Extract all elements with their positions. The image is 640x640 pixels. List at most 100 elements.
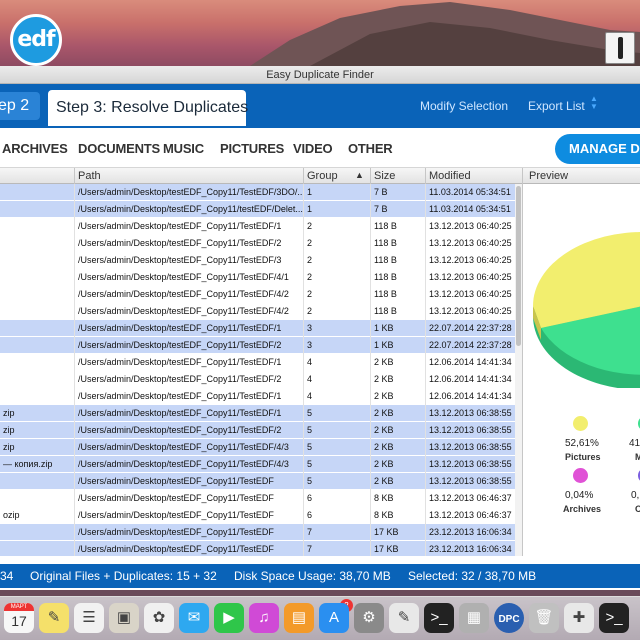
pdf-icon[interactable]: ✚ [564,603,594,633]
table-row[interactable]: /Users/admin/Desktop/testEDF_Copy11/test… [0,201,516,218]
name-cell [0,354,74,371]
step-3-title: Resolve Duplicates [111,99,249,116]
path-cell: /Users/admin/Desktop/testEDF_Copy11/Test… [74,218,303,235]
group-cell: 5 [303,473,370,490]
table-row[interactable]: — копия.zip/Users/admin/Desktop/testEDF_… [0,456,516,473]
table-row[interactable]: /Users/admin/Desktop/testEDF_Copy11/Test… [0,218,516,235]
preview-icon[interactable]: ▣ [109,603,139,633]
table-row[interactable]: /Users/admin/Desktop/testEDF_Copy11/Test… [0,354,516,371]
group-cell: 7 [303,524,370,541]
path-cell: /Users/admin/Desktop/testEDF_Copy11/Test… [74,286,303,303]
size-cell: 8 KB [370,507,425,524]
photos-icon[interactable]: ✿ [144,603,174,633]
terminal-icon[interactable]: >_ [424,603,454,633]
name-cell [0,269,74,286]
table-row[interactable]: zip/Users/admin/Desktop/testEDF_Copy11/T… [0,405,516,422]
category-archives[interactable]: ARCHIVES [2,141,68,156]
table-row[interactable]: /Users/admin/Desktop/testEDF_Copy11/Test… [0,371,516,388]
sort-updown-icon[interactable]: ▲ ▼ [590,95,598,111]
photo-viewer-icon[interactable]: ▦ [459,603,489,633]
group-cell: 2 [303,252,370,269]
table-row[interactable]: /Users/admin/Desktop/testEDF_Copy11/Test… [0,184,516,201]
notes-icon[interactable]: ✎ [39,603,69,633]
category-music[interactable]: MUSIC [163,141,204,156]
duplicates-table: Path Group ▲ Size Modified /Users/admin/… [0,168,522,556]
table-row[interactable]: /Users/admin/Desktop/testEDF_Copy11/Test… [0,303,516,320]
name-cell [0,286,74,303]
step-3-tab[interactable]: Step 3: Resolve Duplicates [48,90,249,126]
legend-dot-icon [573,468,588,483]
calendar-icon[interactable]: МАРТ 17 [4,603,34,633]
table-row[interactable]: zip/Users/admin/Desktop/testEDF_Copy11/T… [0,422,516,439]
modified-cell: 13.12.2013 06:38:55 [425,473,516,490]
table-row[interactable]: /Users/admin/Desktop/testEDF_Copy11/Test… [0,320,516,337]
mountain-wallpaper [250,2,640,66]
modified-cell: 23.12.2013 16:06:34 [425,541,516,556]
table-row[interactable]: /Users/admin/Desktop/testEDF_Copy11/Test… [0,490,516,507]
table-row[interactable]: /Users/admin/Desktop/testEDF_Copy11/Test… [0,286,516,303]
calendar-month: МАРТ [4,603,34,611]
modified-cell: 13.12.2013 06:40:25 [425,269,516,286]
reminders-icon[interactable]: ☰ [74,603,104,633]
calendar-day: 17 [11,613,27,629]
size-cell: 17 KB [370,524,425,541]
group-cell: 2 [303,235,370,252]
messages-icon[interactable]: ✉ [179,603,209,633]
name-cell [0,337,74,354]
name-cell [0,252,74,269]
size-cell: 8 KB [370,490,425,507]
export-list-link[interactable]: Export List [528,99,585,113]
category-documents[interactable]: DOCUMENTS [78,141,160,156]
appstore-icon[interactable]: A [319,603,349,633]
size-cell: 2 KB [370,439,425,456]
vertical-scrollbar[interactable] [515,184,522,556]
scrollbar-thumb[interactable] [516,186,521,346]
size-cell: 118 B [370,218,425,235]
column-path[interactable]: Path [74,168,303,184]
window-title: Easy Duplicate Finder [0,66,640,84]
script-icon[interactable]: ✎ [389,603,419,633]
path-cell: /Users/admin/Desktop/testEDF_Copy11/Test… [74,405,303,422]
system-preferences-icon[interactable]: ⚙ [354,603,384,633]
ibooks-icon[interactable]: ▤ [284,603,314,633]
dpc-icon[interactable]: DPC [494,603,524,633]
table-row[interactable]: /Users/admin/Desktop/testEDF_Copy11/Test… [0,541,516,556]
modified-cell: 11.03.2014 05:34:51 [425,184,516,201]
category-video[interactable]: VIDEO [293,141,333,156]
status-count: 34 [0,569,14,583]
terminal2-icon[interactable]: >_ [599,603,629,633]
table-row[interactable]: /Users/admin/Desktop/testEDF_Copy11/Test… [0,269,516,286]
path-cell: /Users/admin/Desktop/testEDF_Copy11/test… [74,201,303,218]
table-row[interactable]: /Users/admin/Desktop/testEDF_Copy11/Test… [0,524,516,541]
table-row[interactable]: /Users/admin/Desktop/testEDF_Copy11/Test… [0,337,516,354]
manage-duplicates-button[interactable]: MANAGE DU [555,134,640,164]
group-cell: 1 [303,201,370,218]
modify-selection-link[interactable]: Modify Selection [420,99,508,113]
column-modified[interactable]: Modified [425,168,522,184]
table-row[interactable]: ozip/Users/admin/Desktop/testEDF_Copy11/… [0,507,516,524]
status-disk-usage: Disk Space Usage: 38,70 MB [234,569,391,583]
table-row[interactable]: /Users/admin/Desktop/testEDF_Copy11/Test… [0,235,516,252]
table-row[interactable]: zip/Users/admin/Desktop/testEDF_Copy11/T… [0,439,516,456]
size-cell: 118 B [370,286,425,303]
itunes-icon[interactable]: ♫ [249,603,279,633]
modified-cell: 13.12.2013 06:40:25 [425,252,516,269]
app-window: Easy Duplicate Finder ep 2 Step 3: Resol… [0,66,640,590]
table-row[interactable]: /Users/admin/Desktop/testEDF_Copy11/Test… [0,388,516,405]
category-other[interactable]: OTHER [348,141,393,156]
size-cell: 2 KB [370,456,425,473]
name-cell [0,218,74,235]
legend-percent: 0,04% [565,490,594,501]
category-pictures[interactable]: PICTURES [220,141,284,156]
path-cell: /Users/admin/Desktop/testEDF_Copy11/Test… [74,337,303,354]
edf-logo: edf [10,14,62,66]
trash-icon[interactable]: 🗑 [529,603,559,633]
modified-cell: 13.12.2013 06:38:55 [425,422,516,439]
facetime-icon[interactable]: ▶ [214,603,244,633]
step-2-tab[interactable]: ep 2 [0,92,40,120]
column-size[interactable]: Size [370,168,425,184]
table-row[interactable]: /Users/admin/Desktop/testEDF_Copy11/Test… [0,473,516,490]
step-bar: ep 2 Step 3: Resolve Duplicates Modify S… [0,84,640,128]
table-row[interactable]: /Users/admin/Desktop/testEDF_Copy11/Test… [0,252,516,269]
group-cell: 6 [303,490,370,507]
